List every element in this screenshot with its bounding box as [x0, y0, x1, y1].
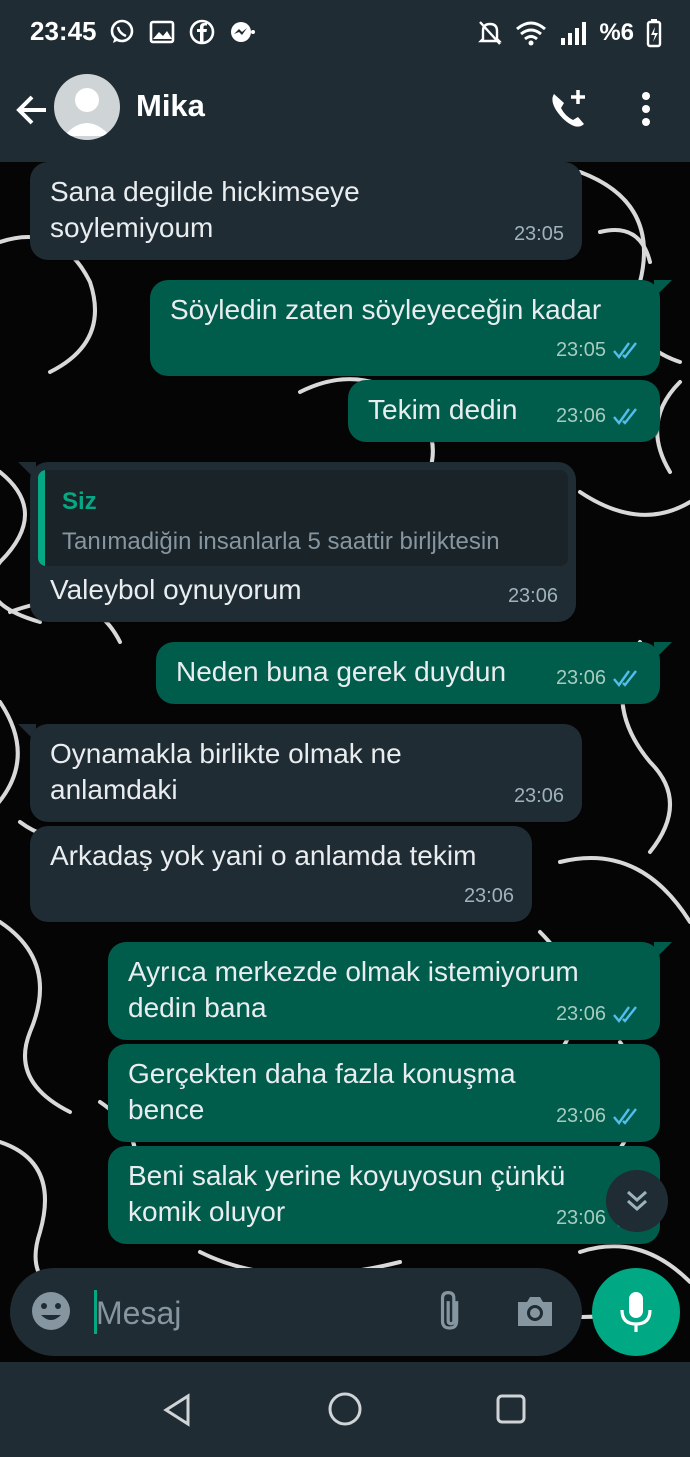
back-button[interactable]	[14, 90, 50, 130]
message-bubble-outgoing[interactable]: Tekim dedin 23:06	[348, 380, 660, 442]
status-time: 23:45	[30, 16, 97, 46]
message-bubble-incoming[interactable]: Arkadaş yok yani o anlamda tekim 23:06	[30, 826, 532, 922]
status-bar: 23:45 %6	[0, 0, 690, 66]
double-chevron-down-icon	[627, 1190, 647, 1212]
message-text: Gerçekten daha fazla konuşma bence	[128, 1058, 516, 1125]
message-input[interactable]	[94, 1286, 408, 1340]
message-time: 23:05	[513, 223, 564, 245]
battery-percent: %6	[599, 19, 634, 46]
message-meta: 23:06	[508, 578, 558, 614]
notification-icons	[108, 18, 256, 46]
message-meta: 23:06	[514, 778, 564, 814]
message-meta: 23:06	[556, 398, 642, 434]
image-icon	[148, 18, 176, 46]
more-vert-icon	[642, 92, 650, 126]
message-bubble-outgoing[interactable]: Söyledin zaten söyleyeceğin kadar 23:05	[150, 280, 660, 376]
avatar[interactable]	[54, 74, 120, 140]
message-meta: 23:06	[556, 996, 642, 1032]
message-bubble-outgoing[interactable]: Beni salak yerine koyuyosun çünkü komik …	[108, 1146, 660, 1244]
chat-area[interactable]: Sana degilde hickimseye soylemiyoum 23:0…	[0, 162, 690, 1362]
message-text: Valeybol oynuyorum	[50, 574, 302, 605]
message-composer	[10, 1268, 582, 1356]
emoji-icon	[32, 1292, 70, 1330]
nav-home-button[interactable]	[326, 1390, 364, 1428]
message-time: 23:05	[555, 339, 606, 361]
double-check-icon	[613, 1006, 637, 1023]
double-check-icon	[613, 408, 637, 425]
add-call-icon	[552, 90, 585, 127]
message-time: 23:06	[555, 1003, 606, 1025]
back-arrow-icon	[16, 95, 46, 125]
quote-bar	[38, 470, 45, 566]
nav-recents-button[interactable]	[494, 1392, 528, 1426]
message-bubble-outgoing[interactable]: Neden buna gerek duydun 23:06	[156, 642, 660, 704]
nav-back-button[interactable]	[160, 1392, 196, 1428]
message-bubble-incoming[interactable]: Sana degilde hickimseye soylemiyoum 23:0…	[30, 162, 582, 260]
signal-icon	[561, 22, 587, 45]
message-text: Tekim dedin	[368, 394, 518, 425]
message-bubble-incoming-reply[interactable]: Siz Tanımadiğin insanlarla 5 saattir bir…	[30, 462, 576, 622]
chat-header: Mika	[0, 66, 690, 162]
double-check-icon	[613, 1108, 637, 1125]
more-options-button[interactable]	[636, 88, 656, 130]
scroll-to-bottom-button[interactable]	[606, 1170, 668, 1232]
add-call-button[interactable]	[548, 88, 590, 130]
message-text: Sana degilde hickimseye soylemiyoum	[50, 176, 360, 243]
message-bubble-incoming[interactable]: Oynamakla birlikte olmak ne anlamdaki 23…	[30, 724, 582, 822]
circle-home-icon	[328, 1392, 362, 1426]
message-time: 23:06	[507, 585, 558, 607]
message-time: 23:06	[463, 885, 514, 907]
wifi-icon	[516, 21, 547, 46]
message-time: 23:06	[555, 405, 606, 427]
quote-text: Tanımadiğin insanlarla 5 saattir birljkt…	[62, 528, 500, 555]
whatsapp-icon	[108, 18, 136, 46]
message-time: 23:06	[555, 1105, 606, 1127]
double-check-icon	[613, 342, 637, 359]
voice-message-button[interactable]	[592, 1268, 680, 1356]
camera-button[interactable]	[514, 1290, 556, 1332]
message-time: 23:06	[555, 667, 606, 689]
quoted-message[interactable]: Siz Tanımadiğin insanlarla 5 saattir bir…	[38, 470, 568, 566]
emoji-button[interactable]	[30, 1290, 72, 1332]
message-meta: 23:05	[514, 216, 564, 252]
message-time: 23:06	[513, 785, 564, 807]
message-text: Ayrıca merkezde olmak istemiyorum dedin …	[128, 956, 579, 1023]
mic-icon	[620, 1292, 652, 1332]
attach-button[interactable]	[430, 1290, 472, 1332]
messenger-icon	[228, 18, 256, 46]
message-time: 23:06	[555, 1207, 606, 1229]
camera-icon	[518, 1297, 552, 1326]
message-meta: 23:06	[556, 1098, 642, 1134]
message-bubble-outgoing[interactable]: Ayrıca merkezde olmak istemiyorum dedin …	[108, 942, 660, 1040]
message-meta: 23:06	[464, 878, 514, 914]
triangle-back-icon	[163, 1393, 190, 1427]
bell-off-icon	[478, 21, 503, 45]
contact-name[interactable]: Mika	[136, 88, 205, 124]
message-text: Neden buna gerek duydun	[176, 656, 507, 687]
square-recents-icon	[496, 1394, 526, 1424]
facebook-icon	[188, 18, 216, 46]
message-text: Arkadaş yok yani o anlamda tekim	[50, 840, 477, 871]
status-right: %6	[477, 18, 662, 48]
message-text: Söyledin zaten söyleyeceğin kadar	[170, 294, 602, 325]
attach-icon	[440, 1291, 459, 1330]
message-text: Beni salak yerine koyuyosun çünkü komik …	[128, 1160, 566, 1227]
message-bubble-outgoing[interactable]: Gerçekten daha fazla konuşma bence 23:06	[108, 1044, 660, 1142]
battery-icon	[646, 19, 662, 48]
double-check-icon	[613, 670, 637, 687]
message-text: Oynamakla birlikte olmak ne anlamdaki	[50, 738, 402, 805]
avatar-icon	[64, 88, 110, 136]
message-meta: 23:05	[556, 332, 642, 368]
message-meta: 23:06	[556, 660, 642, 696]
system-navigation-bar	[0, 1362, 690, 1457]
quote-author: Siz	[62, 488, 97, 515]
